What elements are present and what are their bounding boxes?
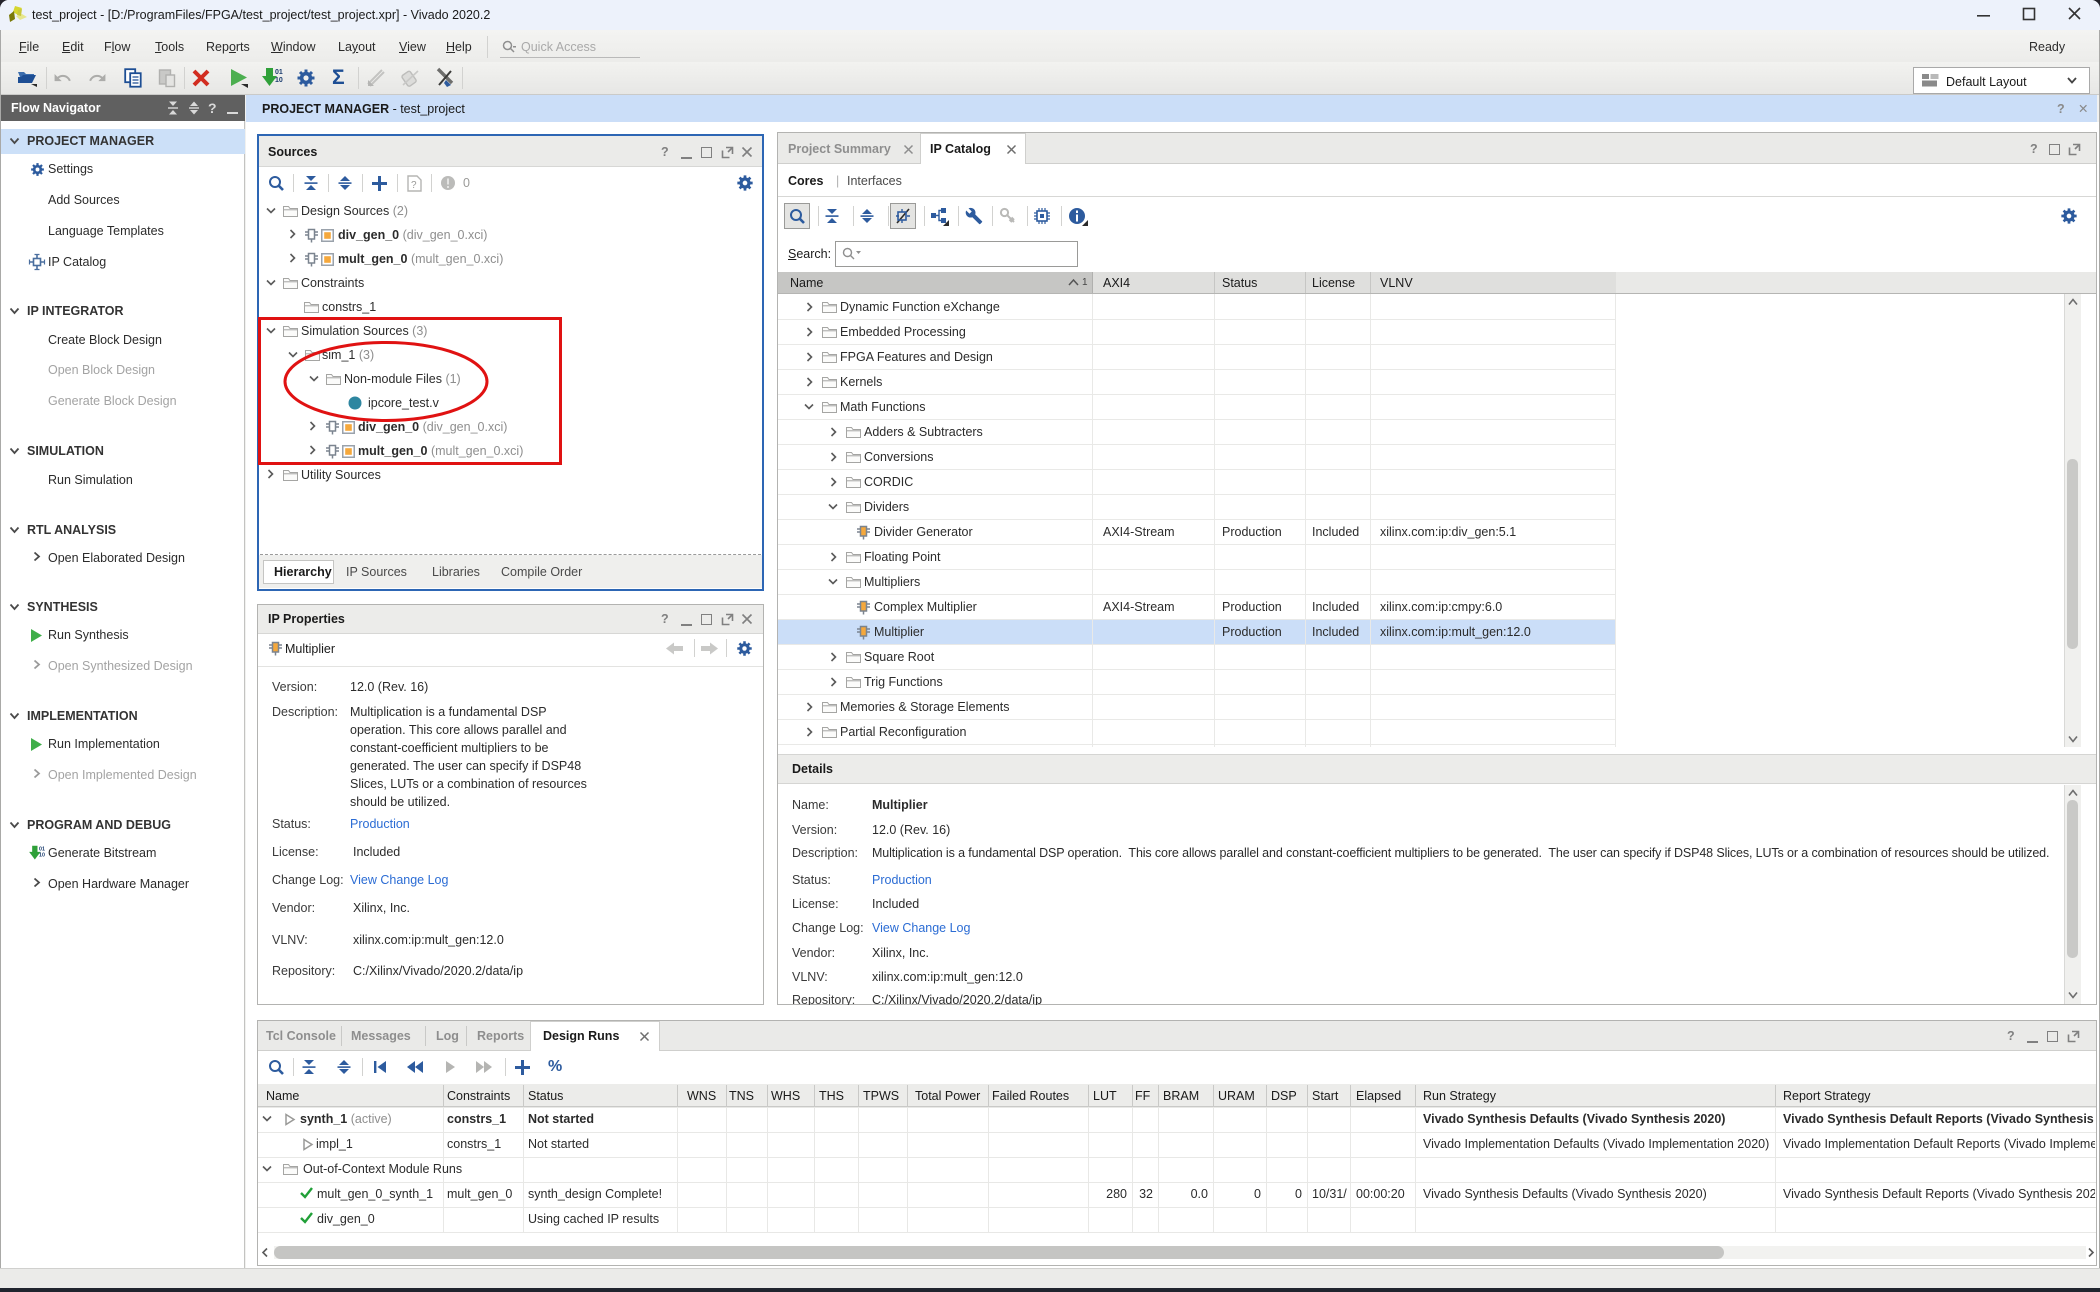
svg-text:?: ? — [411, 180, 417, 191]
svg-text:01: 01 — [275, 69, 283, 76]
svg-text:01: 01 — [39, 846, 45, 852]
svg-text:10: 10 — [39, 852, 45, 858]
svg-text:10: 10 — [275, 77, 283, 84]
